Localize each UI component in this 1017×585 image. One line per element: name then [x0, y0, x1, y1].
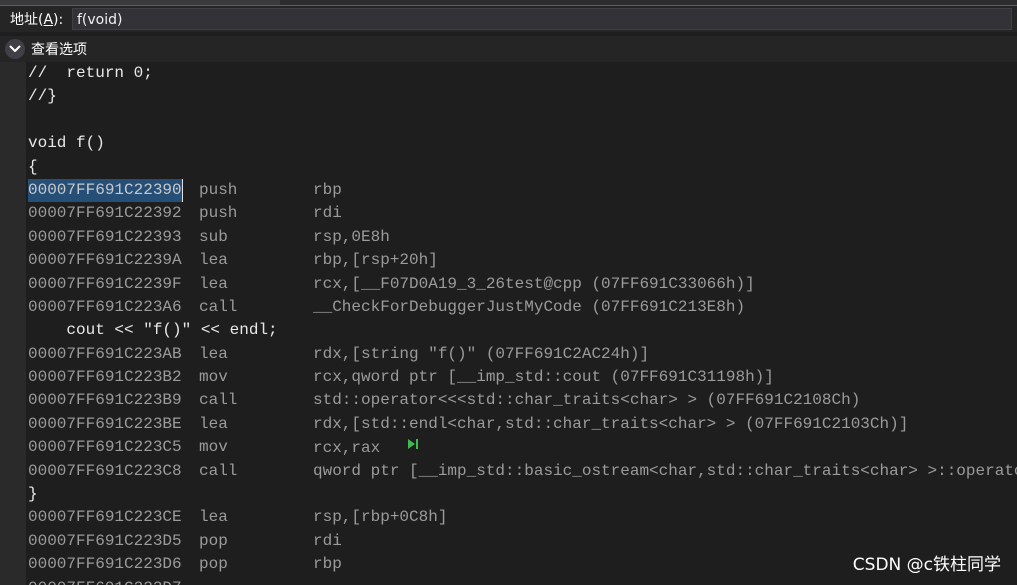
asm-address[interactable]: 00007FF691C2239F: [28, 273, 182, 296]
asm-operands: rcx,rax: [313, 436, 420, 460]
asm-operands: rbp: [313, 553, 342, 576]
asm-operands: rsp,0E8h: [313, 226, 390, 249]
source-line[interactable]: }: [28, 483, 1017, 506]
asm-operands-text: rbp: [313, 180, 342, 199]
address-label: 地址(A):: [10, 12, 64, 28]
asm-mnemonic: lea: [199, 414, 228, 433]
asm-operands-text: rdi: [313, 204, 342, 223]
source-line[interactable]: {: [28, 156, 1017, 179]
asm-operands-text: rsp,[rbp+0C8h]: [313, 508, 448, 527]
asm-line[interactable]: 00007FF691C223A6 call __CheckForDebuggerJu…: [28, 296, 1017, 319]
asm-line[interactable]: 00007FF691C2239A lea rbp,[rsp+20h]: [28, 249, 1017, 272]
asm-line[interactable]: 00007FF691C223B2 mov rcx,qword ptr [__imp_…: [28, 366, 1017, 389]
asm-address[interactable]: 00007FF691C22393: [28, 226, 182, 249]
asm-address[interactable]: 00007FF691C223B2: [28, 366, 182, 389]
gutter[interactable]: [0, 62, 26, 585]
tab-edge: [0, 0, 280, 5]
asm-operands: rcx,qword ptr [__imp_std::cout (07FF691C…: [313, 366, 774, 389]
asm-operands: __CheckForDebuggerJustMyCode (07FF691C21…: [313, 296, 745, 319]
asm-operands: rbp: [313, 179, 342, 202]
asm-mnemonic: lea: [199, 251, 228, 270]
asm-operands-text: rcx,rax: [313, 439, 381, 458]
disassembly-lines: // return 0;//} void f(){00007FF691C22390…: [28, 62, 1017, 585]
asm-mnemonic: sub: [199, 227, 228, 246]
asm-operands-text: rbp,[rsp+20h]: [313, 251, 438, 270]
asm-line[interactable]: 00007FF691C223C8 call qword ptr [__imp_std…: [28, 460, 1017, 483]
asm-mnemonic: lea: [199, 344, 228, 363]
asm-operands-text: rsp,0E8h: [313, 227, 390, 246]
asm-operands: rdx,[string "f()" (07FF691C2AC24h)]: [313, 343, 649, 366]
asm-operands: std::operator<<<std::char_traits<char> >…: [313, 389, 860, 412]
asm-operands: rcx,[__F07D0A19_3_26test@cpp (07FF691C33…: [313, 273, 755, 296]
asm-address[interactable]: 00007FF691C223A6: [28, 296, 182, 319]
asm-address[interactable]: 00007FF691C223D7: [28, 577, 182, 585]
asm-line[interactable]: 00007FF691C223B9 call std::operator<<<std:…: [28, 389, 1017, 412]
asm-address[interactable]: 00007FF691C22392: [28, 202, 182, 225]
asm-line[interactable]: 00007FF691C223AB lea rdx,[string "f()" (07…: [28, 343, 1017, 366]
asm-mnemonic: mov: [199, 368, 228, 387]
asm-mnemonic: mov: [199, 438, 228, 457]
asm-line[interactable]: 00007FF691C223CE lea rsp,[rbp+0C8h]: [28, 506, 1017, 529]
source-line[interactable]: [28, 109, 1017, 132]
asm-address[interactable]: 00007FF691C2239A: [28, 249, 182, 272]
address-input[interactable]: f(void): [72, 8, 1012, 30]
asm-operands: rsp,[rbp+0C8h]: [313, 506, 447, 529]
asm-operands-text: __CheckForDebuggerJustMyCode (07FF691C21…: [313, 297, 746, 316]
asm-line[interactable]: 00007FF691C223BE lea rdx,[std::endl<char,s…: [28, 413, 1017, 436]
asm-line[interactable]: 00007FF691C2239F lea rcx,[__F07D0A19_3_26t…: [28, 273, 1017, 296]
source-line[interactable]: //}: [28, 85, 1017, 108]
asm-line[interactable]: 00007FF691C223D7: [28, 577, 1017, 585]
asm-address[interactable]: 00007FF691C223D6: [28, 553, 182, 576]
asm-address[interactable]: 00007FF691C223AB: [28, 343, 182, 366]
asm-mnemonic: call: [199, 297, 238, 316]
asm-address[interactable]: 00007FF691C223C5: [28, 436, 182, 459]
asm-line[interactable]: 00007FF691C22392 push rdi: [28, 202, 1017, 225]
asm-operands-text: qword ptr [__imp_std::basic_ostream<char…: [313, 461, 1017, 480]
asm-address[interactable]: 00007FF691C223CE: [28, 506, 182, 529]
asm-address[interactable]: 00007FF691C223D5: [28, 530, 182, 553]
asm-mnemonic: push: [199, 180, 238, 199]
asm-address[interactable]: 00007FF691C22390: [28, 178, 183, 203]
asm-operands-text: std::operator<<<std::char_traits<char> >…: [313, 391, 861, 410]
address-bar: 地址(A): f(void): [0, 6, 1017, 32]
source-line[interactable]: void f(): [28, 132, 1017, 155]
asm-mnemonic: lea: [199, 274, 228, 293]
asm-mnemonic: pop: [199, 555, 228, 574]
asm-operands: rdi: [313, 202, 342, 225]
view-options-row[interactable]: 查看选项: [0, 36, 1017, 62]
source-line[interactable]: // return 0;: [28, 62, 1017, 85]
asm-operands: rdi: [313, 530, 342, 553]
asm-mnemonic: lea: [199, 508, 228, 527]
asm-line[interactable]: 00007FF691C22393 sub rsp,0E8h: [28, 226, 1017, 249]
asm-operands-text: rcx,[__F07D0A19_3_26test@cpp (07FF691C33…: [313, 274, 755, 293]
asm-mnemonic: call: [199, 461, 238, 480]
asm-address[interactable]: 00007FF691C223B9: [28, 389, 182, 412]
asm-operands-text: rdi: [313, 531, 342, 550]
chevron-down-icon[interactable]: [5, 39, 25, 59]
asm-operands-text: rcx,qword ptr [__imp_std::cout (07FF691C…: [313, 368, 774, 387]
asm-operands: qword ptr [__imp_std::basic_ostream<char…: [313, 460, 1017, 483]
asm-line[interactable]: 00007FF691C223C5 mov rcx,rax: [28, 436, 1017, 459]
watermark: CSDN @c铁柱同学: [852, 555, 1001, 575]
asm-line[interactable]: 00007FF691C22390 push rbp: [28, 178, 1017, 203]
asm-mnemonic: push: [199, 204, 238, 223]
disassembly-view[interactable]: // return 0;//} void f(){00007FF691C22390…: [0, 62, 1017, 585]
asm-mnemonic: pop: [199, 531, 228, 550]
asm-operands-text: rbp: [313, 555, 342, 574]
asm-operands: rdx,[std::endl<char,std::char_traits<cha…: [313, 413, 908, 436]
source-line[interactable]: cout << "f()" << endl;: [28, 319, 1017, 342]
view-options-label[interactable]: 查看选项: [31, 39, 87, 59]
run-to-click-icon[interactable]: [406, 436, 420, 459]
asm-mnemonic: call: [199, 391, 238, 410]
asm-address[interactable]: 00007FF691C223C8: [28, 460, 182, 483]
asm-address[interactable]: 00007FF691C223BE: [28, 413, 182, 436]
asm-operands-text: rdx,[string "f()" (07FF691C2AC24h)]: [313, 344, 650, 363]
asm-operands-text: rdx,[std::endl<char,std::char_traits<cha…: [313, 414, 909, 433]
asm-operands: rbp,[rsp+20h]: [313, 249, 438, 272]
